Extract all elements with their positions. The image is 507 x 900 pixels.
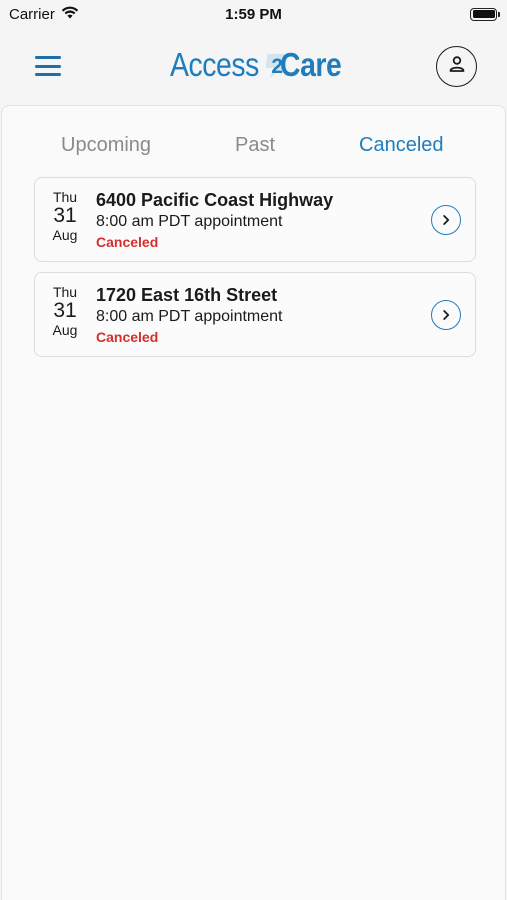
user-icon: [448, 55, 466, 78]
appointments-panel: Upcoming Past Canceled Thu 31 Aug 6400 P…: [1, 105, 506, 900]
date-day: 31: [53, 204, 77, 227]
appointment-info: 1720 East 16th Street 8:00 am PDT appoin…: [96, 284, 282, 347]
tab-canceled[interactable]: Canceled: [359, 134, 444, 157]
appointment-info: 6400 Pacific Coast Highway 8:00 am PDT a…: [96, 189, 333, 252]
appointment-time: 8:00 am PDT appointment: [96, 308, 283, 325]
appointment-card[interactable]: Thu 31 Aug 1720 East 16th Street 8:00 am…: [34, 272, 476, 357]
appointment-time: 8:00 am PDT appointment: [96, 213, 283, 230]
date-month: Aug: [52, 322, 78, 338]
chevron-right-icon[interactable]: [431, 300, 461, 330]
tab-upcoming[interactable]: Upcoming: [61, 134, 151, 157]
appointment-address: 6400 Pacific Coast Highway: [96, 190, 334, 210]
profile-button[interactable]: [436, 45, 477, 87]
appointment-address: 1720 East 16th Street: [96, 285, 278, 305]
battery-icon: [470, 7, 500, 21]
appointment-date: Thu 31 Aug: [47, 189, 83, 244]
date-month: Aug: [52, 227, 78, 243]
chevron-right-icon[interactable]: [431, 205, 461, 235]
appointment-date: Thu 31 Aug: [47, 284, 83, 339]
appointment-status: Canceled: [96, 329, 159, 345]
date-weekday: Thu: [52, 189, 78, 205]
hamburger-menu-icon[interactable]: [35, 56, 61, 76]
appointment-status: Canceled: [96, 234, 159, 250]
access2care-logo: Access 2 Care: [170, 46, 352, 84]
date-day: 31: [53, 299, 77, 322]
status-bar: Carrier 1:59 PM: [0, 0, 507, 28]
logo-text-access: Access: [170, 46, 259, 83]
appointment-card[interactable]: Thu 31 Aug 6400 Pacific Coast Highway 8:…: [34, 177, 476, 262]
logo-text-care: Care: [280, 46, 342, 83]
appointment-tabs: Upcoming Past Canceled: [2, 134, 507, 164]
tab-past[interactable]: Past: [235, 134, 275, 157]
clock: 1:59 PM: [225, 5, 282, 23]
app-header: Access 2 Care: [0, 28, 507, 104]
date-weekday: Thu: [52, 284, 78, 300]
